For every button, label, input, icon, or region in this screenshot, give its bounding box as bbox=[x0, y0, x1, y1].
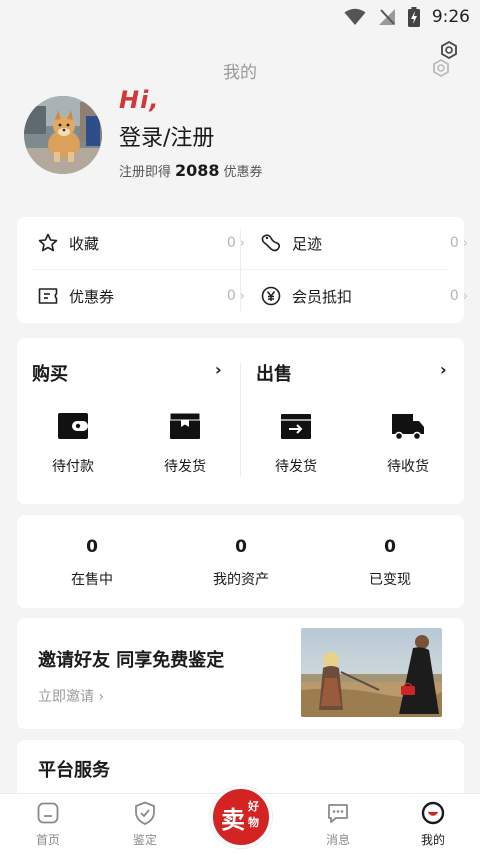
sell-pending-shipment[interactable]: 待发货 bbox=[251, 410, 341, 476]
truck-icon bbox=[390, 410, 426, 442]
no-signal-icon bbox=[378, 9, 395, 25]
avatar-photo bbox=[24, 96, 102, 174]
stat-my-assets[interactable]: 0 我的资产 bbox=[171, 537, 311, 589]
login-register-link[interactable]: 登录/注册 bbox=[119, 120, 214, 152]
box-icon bbox=[167, 410, 203, 442]
quick-link-count: 0 bbox=[449, 288, 459, 304]
stat-label: 我的资产 bbox=[213, 572, 269, 588]
tab-appraise[interactable]: 鉴定 bbox=[110, 800, 180, 848]
chevron-right-icon: › bbox=[462, 235, 468, 251]
stat-label: 已变现 bbox=[369, 572, 411, 588]
sell-button-sub-text: 物 bbox=[248, 816, 259, 829]
tab-mine[interactable]: 我的 bbox=[398, 800, 468, 848]
chevron-right-icon: › bbox=[239, 235, 245, 251]
order-status-label: 待发货 bbox=[164, 459, 206, 475]
sell-section-title[interactable]: 出售 bbox=[256, 360, 292, 386]
sell-goods-button[interactable]: 卖 好 物 bbox=[210, 786, 272, 848]
chat-bubble-icon bbox=[325, 800, 351, 826]
tab-label: 我的 bbox=[420, 833, 445, 847]
buy-chevron-right-icon[interactable]: › bbox=[215, 360, 222, 379]
tab-messages[interactable]: 消息 bbox=[303, 800, 373, 848]
sell-button-main-text: 卖 bbox=[221, 806, 245, 834]
register-prefix: 注册即得 bbox=[119, 165, 172, 180]
stat-value: 0 bbox=[235, 537, 247, 557]
chevron-right-icon: › bbox=[239, 288, 245, 304]
quick-link-label: 优惠券 bbox=[69, 287, 115, 306]
quick-link-footprints[interactable]: 足迹 0 › bbox=[260, 218, 468, 268]
profile-face-icon bbox=[420, 800, 446, 826]
quick-link-label: 足迹 bbox=[292, 234, 323, 253]
invite-now-link[interactable]: 立即邀请 › bbox=[38, 686, 104, 706]
battery-charging-icon bbox=[407, 7, 420, 27]
order-status-label: 待付款 bbox=[52, 459, 94, 475]
order-status-label: 待发货 bbox=[275, 459, 317, 475]
coupon-count: 2088 bbox=[175, 161, 220, 180]
sell-button-sub-text: 好 bbox=[248, 800, 259, 813]
orders-card: 购买 › 出售 › 待付款 待发货 待发货 待收货 bbox=[17, 338, 464, 504]
home-icon bbox=[35, 800, 61, 826]
hexagon-settings-icon bbox=[433, 40, 457, 78]
register-suffix: 优惠券 bbox=[223, 165, 263, 180]
invite-banner-image bbox=[301, 628, 442, 717]
quick-link-label: 会员抵扣 bbox=[292, 287, 353, 306]
quick-link-coupons[interactable]: 优惠券 0 › bbox=[37, 271, 245, 321]
stat-label: 在售中 bbox=[71, 572, 113, 588]
chevron-right-icon: › bbox=[462, 288, 468, 304]
platform-services-title: 平台服务 bbox=[38, 760, 110, 781]
stat-value: 0 bbox=[86, 537, 98, 557]
buy-pending-shipment[interactable]: 待发货 bbox=[140, 410, 230, 476]
settings-button[interactable] bbox=[430, 38, 460, 84]
quick-link-label: 收藏 bbox=[69, 234, 100, 253]
yen-icon bbox=[260, 285, 282, 307]
clock: 9:26 bbox=[431, 7, 470, 27]
buy-pending-payment[interactable]: 待付款 bbox=[28, 410, 118, 476]
stat-cashed-out[interactable]: 0 已变现 bbox=[320, 537, 460, 589]
tab-label: 消息 bbox=[325, 833, 350, 847]
invite-link-label: 立即邀请 bbox=[38, 689, 94, 705]
tab-label: 鉴定 bbox=[132, 833, 157, 847]
ship-box-icon bbox=[278, 410, 314, 442]
sell-chevron-right-icon[interactable]: › bbox=[440, 360, 447, 379]
status-bar: 9:26 bbox=[0, 0, 480, 34]
invite-title: 邀请好友 同享免费鉴定 bbox=[38, 650, 225, 671]
quick-link-count: 0 bbox=[226, 288, 236, 304]
coupon-icon bbox=[37, 285, 59, 307]
page-title: 我的 bbox=[223, 63, 257, 83]
greeting: Hi, bbox=[119, 86, 160, 114]
star-icon bbox=[37, 232, 59, 254]
wifi-icon bbox=[344, 8, 366, 25]
footprint-icon bbox=[260, 232, 282, 254]
tab-label: 首页 bbox=[35, 833, 60, 847]
invite-banner[interactable]: 邀请好友 同享免费鉴定 立即邀请 › bbox=[17, 618, 464, 729]
shield-check-icon bbox=[132, 800, 158, 826]
order-status-label: 待收货 bbox=[387, 459, 429, 475]
quick-links-card: 收藏 0 › 足迹 0 › 优惠券 0 › 会员抵扣 0 › bbox=[17, 217, 468, 323]
sell-pending-receipt[interactable]: 待收货 bbox=[363, 410, 453, 476]
wallet-icon bbox=[55, 410, 91, 442]
stat-value: 0 bbox=[384, 537, 396, 557]
stat-on-sale[interactable]: 0 在售中 bbox=[22, 537, 162, 589]
quick-link-count: 0 bbox=[226, 235, 236, 251]
quick-link-favorites[interactable]: 收藏 0 › bbox=[37, 218, 245, 268]
chevron-right-icon: › bbox=[98, 689, 105, 705]
tab-home[interactable]: 首页 bbox=[13, 800, 83, 848]
register-promo: 注册即得 2088 优惠券 bbox=[119, 161, 263, 180]
quick-link-member-deduction[interactable]: 会员抵扣 0 › bbox=[260, 271, 468, 321]
stats-card: 0 在售中 0 我的资产 0 已变现 bbox=[17, 515, 464, 608]
divider bbox=[240, 362, 241, 476]
divider bbox=[33, 269, 448, 270]
avatar[interactable] bbox=[24, 96, 102, 174]
buy-section-title[interactable]: 购买 bbox=[32, 360, 68, 386]
quick-link-count: 0 bbox=[449, 235, 459, 251]
